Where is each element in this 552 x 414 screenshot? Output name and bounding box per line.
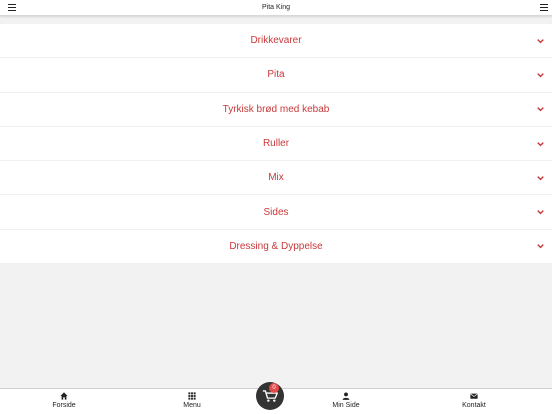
grid-icon [188,392,196,400]
category-label: Ruller [262,138,290,150]
chevron-down-icon [537,175,544,181]
category-pita[interactable]: Pita [0,58,552,93]
category-label: Tyrkisk brød med kebab [222,103,330,115]
chevron-down-icon [537,210,544,215]
category-drikkevarer[interactable]: Drikkevarer [0,24,552,59]
chevron-down-icon [537,73,544,78]
category-label: Dressing & Dyppelse [229,240,323,252]
nav-label: Min Side [332,402,360,409]
home-icon [60,392,68,400]
category-label: Drikkevarer [250,35,302,47]
cart-count-badge: 0 [269,383,279,393]
nav-item-home[interactable]: Forside [34,392,94,409]
chevron-down-icon [537,107,544,112]
hamburger-menu-icon[interactable] [8,4,16,11]
category-dressing[interactable]: Dressing & Dyppelse [0,230,552,265]
user-icon [342,392,350,400]
category-ruller[interactable]: Ruller [0,127,552,162]
category-label: Sides [263,206,289,218]
nav-item-contact[interactable]: Kontakt [444,392,504,409]
nav-label: Kontakt [462,402,486,409]
nav-item-profile[interactable]: Min Side [316,392,376,409]
nav-label: Menu [183,402,201,409]
category-label: Mix [268,172,284,184]
chevron-down-icon [537,141,544,146]
hamburger-menu-icon-right[interactable] [540,4,548,11]
category-label: Pita [267,69,285,81]
chevron-down-icon [537,38,544,44]
category-sides[interactable]: Sides [0,195,552,230]
category-mix[interactable]: Mix [0,161,552,196]
chevron-down-icon [537,244,544,249]
page-title: Pita King [261,4,291,11]
envelope-icon [470,393,478,399]
category-tyrkisk-brod[interactable]: Tyrkisk brød med kebab [0,93,552,127]
top-app-bar: Pita King [0,0,552,16]
cart-button[interactable]: 0 [256,382,284,410]
nav-label: Forside [52,402,76,409]
nav-item-menu[interactable]: Menu [162,392,222,409]
category-list: Drikkevarer Pita Tyrkisk brød med kebab … [0,24,552,265]
